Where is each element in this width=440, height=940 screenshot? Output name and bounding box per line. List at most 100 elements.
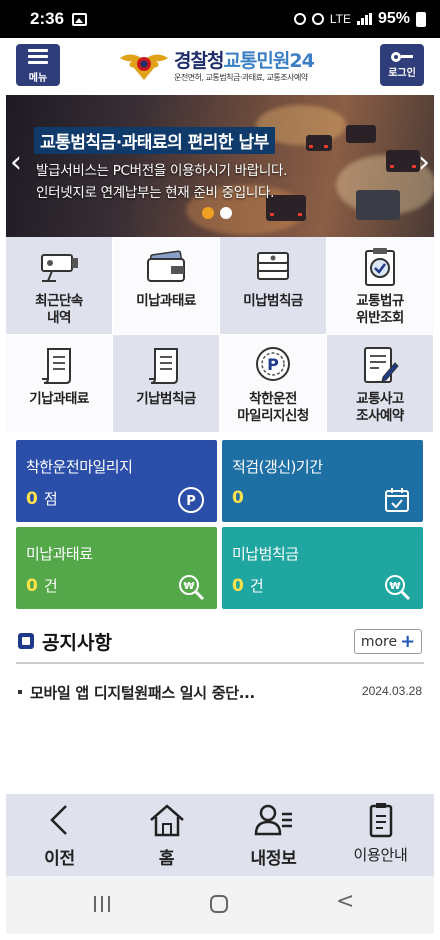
p-coin-icon: P [178,487,204,513]
svg-text:₩: ₩ [183,581,194,592]
menu-recent-enforcement[interactable]: 최근단속 내역 [6,237,113,335]
logo[interactable]: 경찰청교통민원24 운전면허, 교통범칙금·과태료, 교통조사예약 [118,46,328,90]
banner-next-arrow-icon[interactable]: › [418,145,430,180]
nav-label: 이전 [44,849,75,869]
wallet-icon [147,250,185,282]
hamburger-icon [28,46,48,67]
svg-text:P: P [267,355,279,374]
tile-unpaid-fines[interactable]: 미납과태료 0건 ₩ [16,527,217,609]
banner-pagination [202,207,232,219]
notice-more-button[interactable]: more + [354,629,422,654]
guide-clipboard-icon [369,803,392,838]
menu-violation-lookup[interactable]: 교통법규 위반조회 [327,237,434,335]
menu-accident-reservation[interactable]: 교통사고 조사예약 [327,335,434,433]
tile-value: 0건 [232,576,264,596]
nav-back[interactable]: 이전 [6,794,113,876]
status-indicators: LTE 95% [293,10,426,28]
summary-tiles: 착한운전마일리지 0점 P 적검(갱신)기간 0 미납과태료 0건 ₩ 미납범칙… [16,440,424,610]
notice-list-item[interactable]: 모바일 앱 디지털원패스 일시 중단... 2024.03.28 [16,682,424,706]
tile-unpaid-penalty[interactable]: 미납범칙금 0건 ₩ [222,527,423,609]
nav-home[interactable]: 홈 [113,794,220,876]
nav-label: 이용안내 [353,846,408,864]
police-emblem-icon [120,54,168,80]
bottom-navigation: 이전 홈 내정보 이용안내 [6,794,434,876]
key-icon [391,51,413,62]
menu-mileage-apply[interactable]: P 착한운전 마일리지신청 [220,335,327,433]
status-time: 2:36 [30,9,65,28]
notice-title: 공지사항 [42,632,112,654]
menu-button[interactable]: 메뉴 [16,44,60,86]
menu-label: 미납범칙금 [243,293,303,309]
clipboard-check-icon [365,248,395,286]
banner-dot-1[interactable] [202,207,214,219]
banner-headline: 교통범칙금·과태료의 편리한 납부 [34,127,275,154]
plus-icon: + [400,631,416,652]
user-list-icon [254,804,292,836]
status-bar: 2:36 LTE 95% [0,0,440,38]
tile-renewal-period[interactable]: 적검(갱신)기간 0 [222,440,423,522]
recents-icon[interactable] [94,896,110,912]
svg-text:P: P [186,494,196,509]
gallery-notification-icon [72,12,88,26]
menu-label: 메뉴 [28,73,48,84]
menu-label: 교통사고 조사예약 [356,391,404,424]
menu-label: 기납범칙금 [136,391,196,407]
network-type: LTE [329,12,351,26]
tile-value: 0점 [26,489,58,509]
system-home-icon[interactable] [210,895,228,913]
receipt-scroll-icon [42,348,71,384]
tile-title: 미납과태료 [26,545,93,563]
receipt-scroll-icon [149,348,178,384]
menu-label: 착한운전 마일리지신청 [237,391,309,424]
app-header: 메뉴 경찰청교통민원24 운전면허, 교통범칙금·과태료, 교통조사예약 로그인 [6,38,434,94]
home-icon [149,804,184,837]
tile-title: 미납범칙금 [232,545,299,563]
menu-unpaid-fines[interactable]: 미납과태료 [113,237,220,335]
login-button[interactable]: 로그인 [380,44,424,86]
notice-item-title: 모바일 앱 디지털원패스 일시 중단... [30,684,255,702]
document-pen-icon [364,347,399,383]
battery-icon [416,11,426,27]
banner-dot-2[interactable] [220,207,232,219]
tile-title: 착한운전마일리지 [26,458,133,476]
menu-label: 미납과태료 [136,293,196,309]
cctv-camera-icon [41,254,78,282]
notice-header: 공지사항 more + [16,624,424,660]
tile-mileage[interactable]: 착한운전마일리지 0점 P [16,440,217,522]
signal-icon [356,13,372,25]
money-stack-icon [257,252,289,280]
quick-menu-grid: 최근단속 내역 미납과태료 미납범칙금 교통법규 위반조회 기납과태료 기납범칙… [6,237,434,433]
tile-title: 적검(갱신)기간 [232,458,323,476]
login-label: 로그인 [388,67,416,79]
menu-label: 교통법규 위반조회 [356,293,404,326]
menu-paid-fines[interactable]: 기납과태료 [6,335,113,433]
banner-line-1: 발급서비스는 PC버전을 이용하시기 바랍니다. [36,163,288,179]
hotspot-icon [311,13,324,25]
system-navigation-bar: < [6,876,434,934]
nav-label: 내정보 [250,849,297,869]
nav-label: 홈 [158,849,175,869]
chevron-left-icon [49,805,67,835]
nav-my-info[interactable]: 내정보 [220,794,327,876]
banner-prev-arrow-icon[interactable]: ‹ [10,145,22,180]
nav-guide[interactable]: 이용안내 [327,794,434,876]
logo-subtitle: 운전면허, 교통범칙금·과태료, 교통조사예약 [174,73,308,82]
won-search-icon: ₩ [179,575,205,601]
menu-label: 기납과태료 [29,391,89,407]
menu-unpaid-penalty[interactable]: 미납범칙금 [220,237,327,335]
calendar-check-icon [385,488,409,512]
tile-value: 0 [232,488,244,508]
banner-line-2: 인터넷지로 연계납부는 현재 준비 중입니다. [36,185,275,201]
notice-divider [16,662,424,664]
tile-value: 0건 [26,576,58,596]
system-back-icon[interactable]: < [336,889,354,914]
notice-item-date: 2024.03.28 [361,684,422,698]
bullet-icon [18,690,22,694]
alarm-icon [293,13,306,25]
promo-banner[interactable]: 교통범칙금·과태료의 편리한 납부 발급서비스는 PC버전을 이용하시기 바랍니… [6,95,434,237]
menu-paid-penalty[interactable]: 기납범칙금 [113,335,220,433]
won-search-icon: ₩ [385,575,411,601]
notice-square-icon [18,633,34,649]
svg-text:₩: ₩ [389,581,400,592]
battery-percent: 95% [377,10,410,27]
